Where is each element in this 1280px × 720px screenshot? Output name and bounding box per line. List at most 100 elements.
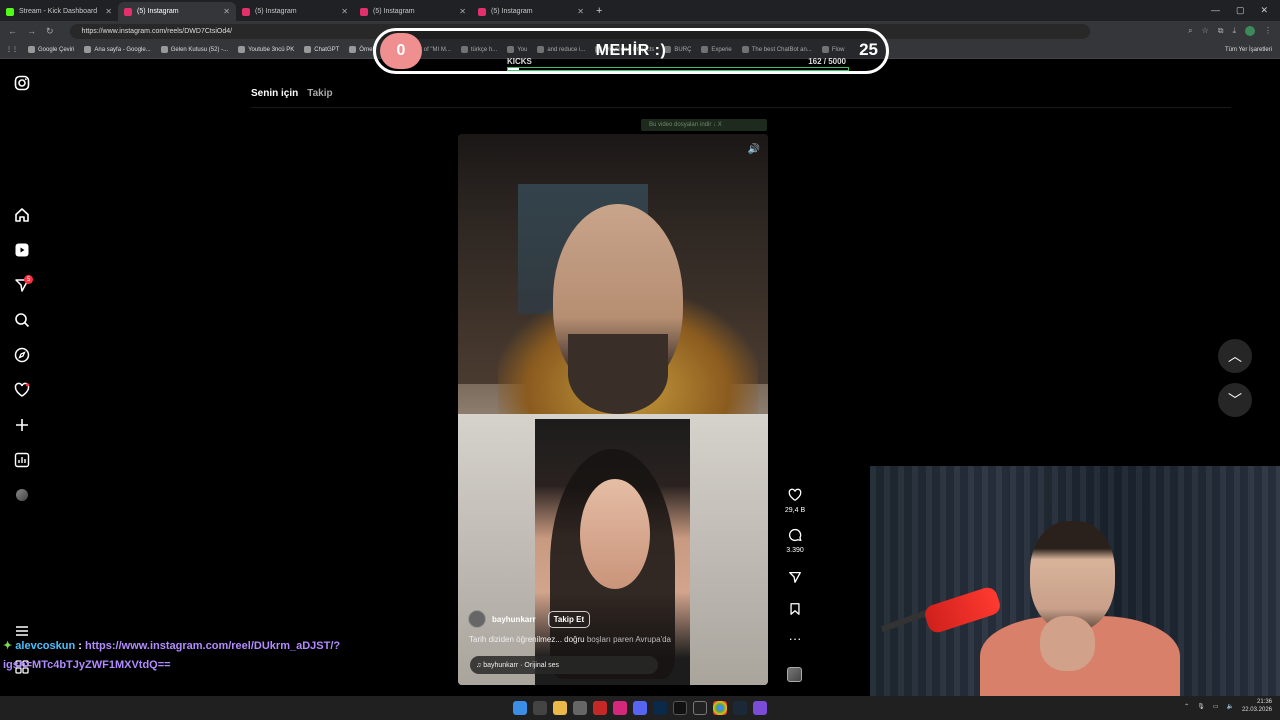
explore-icon[interactable] — [13, 346, 31, 364]
steam-icon[interactable] — [733, 701, 747, 715]
zoom-icon[interactable]: ⌕ — [1188, 26, 1192, 36]
download-icon[interactable]: ⤓ — [1232, 26, 1236, 36]
more-options-button[interactable]: ··· — [779, 632, 811, 646]
bookmark-item[interactable]: Örnek — [349, 46, 376, 53]
tab-instagram[interactable]: (5) Instagram ✕ — [472, 2, 590, 21]
dashboard-icon[interactable] — [13, 451, 31, 469]
tab-kick-dashboard[interactable]: Stream - Kick Dashboard ✕ — [0, 2, 118, 21]
comment-button[interactable]: 3.390 — [779, 528, 811, 554]
bookmark-item[interactable]: Gelen Kutusu (52) -... — [160, 46, 228, 53]
minimize-icon[interactable]: — — [1211, 5, 1220, 16]
streamer-head — [1030, 521, 1115, 631]
volume-icon[interactable]: 🔈 — [1226, 703, 1233, 710]
bookmark-item[interactable]: ChatGPT — [304, 46, 339, 53]
forward-icon[interactable]: → — [27, 26, 36, 36]
close-icon[interactable]: ✕ — [223, 7, 230, 16]
instagram-logo-icon[interactable] — [13, 74, 31, 92]
search-icon[interactable] — [13, 311, 31, 329]
window-close-icon[interactable]: ✕ — [1260, 5, 1268, 16]
system-tray: ⌃ 🎙 ▭ 🔈 21:36 22.03.2026 — [1184, 698, 1272, 714]
author-avatar[interactable] — [468, 610, 486, 628]
profile-avatar-icon[interactable] — [13, 486, 31, 504]
comment-icon — [779, 528, 811, 545]
file-explorer-icon[interactable] — [553, 701, 567, 715]
settings-icon[interactable] — [573, 701, 587, 715]
video-person-beard — [568, 334, 668, 414]
tab-for-you[interactable]: Senin için — [251, 88, 298, 99]
heart-icon[interactable] — [13, 381, 31, 399]
maximize-icon[interactable]: ▢ — [1236, 5, 1245, 16]
capcut-icon[interactable] — [693, 701, 707, 715]
bookmark-item[interactable]: Youtube 3ncü PK — [238, 46, 294, 53]
previous-reel-button[interactable]: ︿ — [1218, 339, 1252, 373]
reel-caption[interactable]: Tarih diziden öğrenilmez... doğru boşlar… — [469, 635, 671, 644]
comment-count: 3.390 — [786, 547, 804, 554]
tray-chevron-icon[interactable]: ⌃ — [1184, 703, 1189, 710]
ellipsis-icon: ··· — [788, 631, 802, 646]
menu-icon[interactable]: ⋮ — [1264, 26, 1272, 36]
discord-icon[interactable] — [633, 701, 647, 715]
apps-icon[interactable]: ⋮⋮ — [6, 46, 18, 53]
kicks-right-count: 25 — [859, 40, 878, 59]
browser-tab-bar: Stream - Kick Dashboard ✕ (5) Instagram ✕ … — [0, 0, 1280, 21]
next-reel-button[interactable]: ﹀ — [1218, 383, 1252, 417]
tab-label: (5) Instagram — [137, 8, 179, 15]
volume-icon[interactable]: 🔊 — [746, 141, 762, 157]
like-button[interactable]: 29,4 B — [779, 488, 811, 514]
tab-label: (5) Instagram — [255, 8, 297, 15]
chat-message: ✦ alevcoskun : https://www.instagram.com… — [3, 637, 373, 675]
create-icon[interactable] — [13, 416, 31, 434]
kicks-progress-fill — [508, 68, 520, 70]
close-icon[interactable]: ✕ — [341, 7, 348, 16]
clock[interactable]: 21:36 22.03.2026 — [1242, 698, 1272, 714]
video-inset — [535, 419, 690, 685]
extensions-icon[interactable]: ⧉ — [1218, 26, 1224, 36]
star-icon[interactable]: ☆ — [1202, 26, 1209, 36]
kicks-progress-bar — [507, 67, 849, 71]
reel-video[interactable] — [458, 134, 768, 685]
obs-icon[interactable] — [753, 701, 767, 715]
tab-instagram[interactable]: (5) Instagram ✕ — [236, 2, 354, 21]
reels-icon[interactable] — [13, 241, 31, 259]
reload-icon[interactable]: ↻ — [46, 26, 54, 37]
tab-label: Stream - Kick Dashboard — [19, 8, 98, 15]
start-icon[interactable] — [513, 701, 527, 715]
back-icon[interactable]: ← — [8, 26, 17, 36]
tab-following[interactable]: Takip — [307, 88, 332, 99]
opera-icon[interactable] — [593, 701, 607, 715]
instagram-sidebar — [0, 60, 44, 696]
close-icon[interactable]: ✕ — [577, 7, 584, 16]
tab-instagram[interactable]: (5) Instagram ✕ — [354, 2, 472, 21]
instagram-favicon-icon — [478, 7, 486, 16]
all-bookmarks[interactable]: Tüm Yer İşaretleri — [1225, 47, 1280, 53]
heart-icon — [779, 488, 811, 505]
instagram-icon[interactable] — [613, 701, 627, 715]
chrome-icon[interactable] — [713, 701, 727, 715]
new-tab-button[interactable]: + — [596, 5, 602, 17]
close-icon[interactable]: ✕ — [459, 7, 466, 16]
search-icon[interactable] — [533, 701, 547, 715]
kick-favicon-icon — [6, 7, 14, 16]
close-icon[interactable]: ✕ — [105, 7, 112, 16]
kicks-label: KICKS — [507, 57, 532, 66]
bookmark-item[interactable]: Ana sayfa - Google... — [84, 46, 151, 53]
author-username[interactable]: bayhunkarr — [492, 615, 536, 624]
follow-button[interactable]: Takip Et — [547, 610, 591, 628]
share-button[interactable] — [779, 570, 811, 587]
tab-instagram-active[interactable]: (5) Instagram ✕ — [118, 2, 236, 21]
microphone-icon[interactable]: 🎙 — [1197, 703, 1205, 710]
network-icon[interactable]: ▭ — [1213, 703, 1219, 710]
photoshop-icon[interactable] — [653, 701, 667, 715]
video-download-hint[interactable]: Bu video dosyaları indir ↓ X — [641, 119, 767, 131]
audio-thumbnail[interactable] — [787, 667, 802, 682]
reel-audio[interactable]: ♫ bayhunkarr · Orijinal ses — [470, 656, 658, 674]
home-icon[interactable] — [13, 206, 31, 224]
profile-avatar[interactable] — [1245, 26, 1255, 36]
bookmark-item[interactable]: Google Çeviri — [28, 46, 74, 53]
chat-badge-icon: ✦ — [3, 640, 13, 652]
reel-author: bayhunkarr Takip Et — [468, 610, 591, 628]
instagram-favicon-icon — [242, 7, 250, 16]
tiktok-icon[interactable] — [673, 701, 687, 715]
save-button[interactable] — [779, 602, 811, 619]
chevron-up-icon: ︿ — [1228, 348, 1242, 364]
